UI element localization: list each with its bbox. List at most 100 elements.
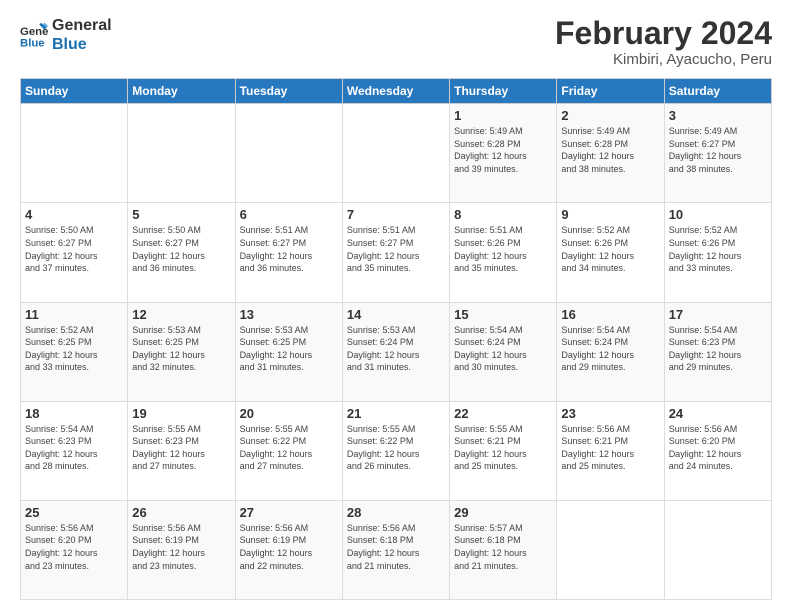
day-number: 16: [561, 307, 659, 322]
day-info: Sunrise: 5:55 AM Sunset: 6:22 PM Dayligh…: [240, 423, 338, 473]
logo-line2: Blue: [52, 35, 112, 54]
calendar-cell: 12 Sunrise: 5:53 AM Sunset: 6:25 PM Dayli…: [128, 302, 235, 401]
day-info: Sunrise: 5:52 AM Sunset: 6:25 PM Dayligh…: [25, 324, 123, 374]
calendar-cell: 26 Sunrise: 5:56 AM Sunset: 6:19 PM Dayli…: [128, 500, 235, 599]
day-info: Sunrise: 5:51 AM Sunset: 6:27 PM Dayligh…: [347, 224, 445, 274]
day-info: Sunrise: 5:56 AM Sunset: 6:19 PM Dayligh…: [240, 522, 338, 572]
title-block: February 2024 Kimbiri, Ayacucho, Peru: [555, 16, 772, 68]
day-info: Sunrise: 5:50 AM Sunset: 6:27 PM Dayligh…: [132, 224, 230, 274]
calendar-cell: 14Sunrise: 5:53 AM Sunset: 6:24 PM Dayli…: [342, 302, 449, 401]
col-header-thursday: Thursday: [450, 79, 557, 104]
day-info: Sunrise: 5:53 AM Sunset: 6:25 PM Dayligh…: [240, 324, 338, 374]
day-info: Sunrise: 5:56 AM Sunset: 6:21 PM Dayligh…: [561, 423, 659, 473]
day-info: Sunrise: 5:55 AM Sunset: 6:23 PM Dayligh…: [132, 423, 230, 473]
day-number: 2: [561, 108, 659, 123]
day-number: 28: [347, 505, 445, 520]
calendar-cell: 29Sunrise: 5:57 AM Sunset: 6:18 PM Dayli…: [450, 500, 557, 599]
day-number: 17: [669, 307, 767, 322]
calendar-cell: [128, 104, 235, 203]
day-number: 11: [25, 307, 123, 322]
day-info: Sunrise: 5:57 AM Sunset: 6:18 PM Dayligh…: [454, 522, 552, 572]
day-number: 24: [669, 406, 767, 421]
calendar-cell: 8 Sunrise: 5:51 AM Sunset: 6:26 PM Daylig…: [450, 203, 557, 302]
col-header-sunday: Sunday: [21, 79, 128, 104]
day-info: Sunrise: 5:51 AM Sunset: 6:27 PM Dayligh…: [240, 224, 338, 274]
day-number: 7: [347, 207, 445, 222]
logo: General Blue General Blue: [20, 16, 112, 54]
calendar-cell: 7 Sunrise: 5:51 AM Sunset: 6:27 PM Daylig…: [342, 203, 449, 302]
logo-line1: General: [52, 16, 112, 35]
calendar-cell: 13Sunrise: 5:53 AM Sunset: 6:25 PM Dayli…: [235, 302, 342, 401]
calendar-cell: 15 Sunrise: 5:54 AM Sunset: 6:24 PM Dayli…: [450, 302, 557, 401]
day-number: 15: [454, 307, 552, 322]
day-number: 22: [454, 406, 552, 421]
col-header-saturday: Saturday: [664, 79, 771, 104]
day-number: 9: [561, 207, 659, 222]
page: General Blue General Blue February 2024 …: [0, 0, 792, 612]
day-info: Sunrise: 5:55 AM Sunset: 6:21 PM Dayligh…: [454, 423, 552, 473]
day-info: Sunrise: 5:54 AM Sunset: 6:23 PM Dayligh…: [25, 423, 123, 473]
day-number: 21: [347, 406, 445, 421]
calendar-cell: [21, 104, 128, 203]
week-row-4: 25 Sunrise: 5:56 AM Sunset: 6:20 PM Dayli…: [21, 500, 772, 599]
calendar-cell: 6 Sunrise: 5:51 AM Sunset: 6:27 PM Daylig…: [235, 203, 342, 302]
calendar-cell: 24 Sunrise: 5:56 AM Sunset: 6:20 PM Dayli…: [664, 401, 771, 500]
page-subtitle: Kimbiri, Ayacucho, Peru: [555, 51, 772, 68]
calendar-cell: 27 Sunrise: 5:56 AM Sunset: 6:19 PM Dayli…: [235, 500, 342, 599]
calendar-cell: 23 Sunrise: 5:56 AM Sunset: 6:21 PM Dayli…: [557, 401, 664, 500]
day-number: 20: [240, 406, 338, 421]
calendar-cell: 25 Sunrise: 5:56 AM Sunset: 6:20 PM Dayli…: [21, 500, 128, 599]
week-row-0: 1 Sunrise: 5:49 AM Sunset: 6:28 PM Daylig…: [21, 104, 772, 203]
day-info: Sunrise: 5:54 AM Sunset: 6:24 PM Dayligh…: [561, 324, 659, 374]
week-row-3: 18Sunrise: 5:54 AM Sunset: 6:23 PM Dayli…: [21, 401, 772, 500]
day-number: 25: [25, 505, 123, 520]
logo-icon: General Blue: [20, 21, 48, 49]
day-number: 4: [25, 207, 123, 222]
day-info: Sunrise: 5:52 AM Sunset: 6:26 PM Dayligh…: [669, 224, 767, 274]
day-info: Sunrise: 5:51 AM Sunset: 6:26 PM Dayligh…: [454, 224, 552, 274]
calendar-cell: 18Sunrise: 5:54 AM Sunset: 6:23 PM Dayli…: [21, 401, 128, 500]
calendar-cell: [557, 500, 664, 599]
calendar-cell: [342, 104, 449, 203]
day-info: Sunrise: 5:49 AM Sunset: 6:28 PM Dayligh…: [454, 125, 552, 175]
col-header-monday: Monday: [128, 79, 235, 104]
day-number: 27: [240, 505, 338, 520]
calendar-cell: 5 Sunrise: 5:50 AM Sunset: 6:27 PM Daylig…: [128, 203, 235, 302]
day-info: Sunrise: 5:56 AM Sunset: 6:20 PM Dayligh…: [669, 423, 767, 473]
day-number: 5: [132, 207, 230, 222]
calendar-cell: 16 Sunrise: 5:54 AM Sunset: 6:24 PM Dayli…: [557, 302, 664, 401]
day-number: 12: [132, 307, 230, 322]
day-info: Sunrise: 5:56 AM Sunset: 6:19 PM Dayligh…: [132, 522, 230, 572]
calendar-cell: 4Sunrise: 5:50 AM Sunset: 6:27 PM Daylig…: [21, 203, 128, 302]
calendar-cell: 11 Sunrise: 5:52 AM Sunset: 6:25 PM Dayli…: [21, 302, 128, 401]
day-info: Sunrise: 5:54 AM Sunset: 6:24 PM Dayligh…: [454, 324, 552, 374]
col-header-wednesday: Wednesday: [342, 79, 449, 104]
col-header-tuesday: Tuesday: [235, 79, 342, 104]
day-number: 10: [669, 207, 767, 222]
day-info: Sunrise: 5:54 AM Sunset: 6:23 PM Dayligh…: [669, 324, 767, 374]
header-row: SundayMondayTuesdayWednesdayThursdayFrid…: [21, 79, 772, 104]
day-info: Sunrise: 5:53 AM Sunset: 6:24 PM Dayligh…: [347, 324, 445, 374]
day-info: Sunrise: 5:53 AM Sunset: 6:25 PM Dayligh…: [132, 324, 230, 374]
calendar-cell: 22 Sunrise: 5:55 AM Sunset: 6:21 PM Dayli…: [450, 401, 557, 500]
day-info: Sunrise: 5:49 AM Sunset: 6:27 PM Dayligh…: [669, 125, 767, 175]
day-number: 19: [132, 406, 230, 421]
day-number: 3: [669, 108, 767, 123]
calendar-cell: 20 Sunrise: 5:55 AM Sunset: 6:22 PM Dayli…: [235, 401, 342, 500]
calendar-cell: 10 Sunrise: 5:52 AM Sunset: 6:26 PM Dayli…: [664, 203, 771, 302]
calendar-cell: 17 Sunrise: 5:54 AM Sunset: 6:23 PM Dayli…: [664, 302, 771, 401]
day-info: Sunrise: 5:55 AM Sunset: 6:22 PM Dayligh…: [347, 423, 445, 473]
calendar-table: SundayMondayTuesdayWednesdayThursdayFrid…: [20, 78, 772, 600]
calendar-cell: 21 Sunrise: 5:55 AM Sunset: 6:22 PM Dayli…: [342, 401, 449, 500]
day-info: Sunrise: 5:49 AM Sunset: 6:28 PM Dayligh…: [561, 125, 659, 175]
svg-text:Blue: Blue: [20, 38, 45, 50]
day-number: 8: [454, 207, 552, 222]
day-info: Sunrise: 5:56 AM Sunset: 6:20 PM Dayligh…: [25, 522, 123, 572]
calendar-cell: [235, 104, 342, 203]
day-number: 23: [561, 406, 659, 421]
calendar-cell: [664, 500, 771, 599]
day-number: 26: [132, 505, 230, 520]
day-number: 6: [240, 207, 338, 222]
calendar-cell: 9Sunrise: 5:52 AM Sunset: 6:26 PM Daylig…: [557, 203, 664, 302]
day-number: 1: [454, 108, 552, 123]
